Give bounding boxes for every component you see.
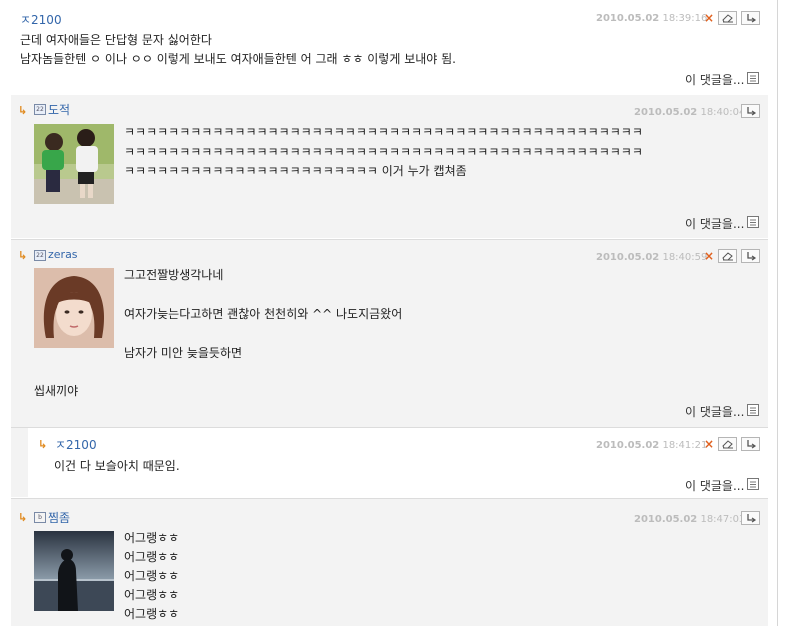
- comment-timestamp: 2010.05.02 18:40:04: [634, 107, 746, 118]
- comment-text: 여자가늦는다고하면 괜찮아 천천히와 ^^ 나도지금왔어: [124, 307, 403, 321]
- reply-arrow-icon: [747, 514, 757, 523]
- comment-text: 어그랭ㅎㅎ: [124, 607, 180, 621]
- delete-icon[interactable]: ×: [704, 11, 714, 25]
- comment-text: 남자가 미안 늦을듯하면: [124, 346, 243, 360]
- delete-icon[interactable]: ×: [704, 437, 714, 451]
- menu-list-icon[interactable]: [747, 216, 760, 228]
- comment-author[interactable]: ㅈ2100: [20, 11, 62, 28]
- page-frame-border: [777, 0, 778, 626]
- comment-text: ㅋㅋㅋㅋㅋㅋㅋㅋㅋㅋㅋㅋㅋㅋㅋㅋㅋㅋㅋㅋㅋㅋㅋ 이거 누가 캡쳐좀: [124, 164, 467, 178]
- reply-button[interactable]: [741, 249, 760, 263]
- level-badge-icon: 22: [34, 104, 46, 115]
- comment-author[interactable]: 도적: [48, 101, 70, 118]
- reply-button[interactable]: [741, 104, 760, 118]
- avatar: [34, 268, 114, 348]
- reply-arrow-icon: [747, 14, 757, 23]
- comment-timestamp: 2010.05.02 18:39:16: [596, 13, 708, 24]
- comment-text: 어그랭ㅎㅎ: [124, 569, 180, 583]
- eraser-icon: [722, 14, 733, 23]
- comment-text: 어그랭ㅎㅎ: [124, 588, 180, 602]
- edit-button[interactable]: [718, 11, 737, 25]
- level-badge-icon: b: [34, 512, 46, 523]
- reply-button[interactable]: [741, 11, 760, 25]
- edit-button[interactable]: [718, 437, 737, 451]
- comment-timestamp: 2010.05.02 18:40:59: [596, 252, 708, 263]
- comment-text: ㅋㅋㅋㅋㅋㅋㅋㅋㅋㅋㅋㅋㅋㅋㅋㅋㅋㅋㅋㅋㅋㅋㅋㅋㅋㅋㅋㅋㅋㅋㅋㅋㅋㅋㅋㅋㅋㅋㅋㅋ…: [124, 125, 643, 139]
- reply-arrow-icon: [747, 252, 757, 261]
- comment-text: 그고전짤방생각나네: [124, 268, 224, 282]
- reply-button[interactable]: [741, 437, 760, 451]
- reply-indent-icon: ↳: [18, 511, 28, 524]
- comment-author[interactable]: zeras: [48, 248, 78, 261]
- comment-timestamp: 2010.05.02 18:47:03: [634, 514, 746, 525]
- comment-author[interactable]: ㅈ2100: [55, 436, 97, 453]
- reply-arrow-icon: [747, 107, 757, 116]
- menu-list-icon[interactable]: [747, 404, 760, 416]
- comment-text: 씹새끼야: [34, 384, 79, 398]
- level-badge-icon: 22: [34, 250, 46, 261]
- reply-indent-icon: ↳: [18, 104, 28, 117]
- comment-text: 어그랭ㅎㅎ: [124, 550, 180, 564]
- avatar: [34, 531, 114, 611]
- menu-list-icon[interactable]: [747, 478, 760, 490]
- comment-text: 근데 여자애들은 단답형 문자 싫어한다: [20, 33, 212, 47]
- reply-arrow-icon: [747, 440, 757, 449]
- comment-text: 남자놈들한텐 ㅇ 이나 ㅇㅇ 이렇게 보내도 여자애들한텐 어 그래 ㅎㅎ 이렇…: [20, 52, 456, 66]
- more-menu-link[interactable]: 이 댓글을...: [685, 477, 744, 494]
- edit-button[interactable]: [718, 249, 737, 263]
- reply-button[interactable]: [741, 511, 760, 525]
- more-menu-link[interactable]: 이 댓글을...: [685, 403, 744, 420]
- reply-indent-icon: ↳: [38, 438, 48, 451]
- comment-author[interactable]: 찜좀: [48, 509, 70, 526]
- more-menu-link[interactable]: 이 댓글을...: [685, 71, 744, 88]
- menu-list-icon[interactable]: [747, 72, 760, 84]
- eraser-icon: [722, 252, 733, 261]
- comment-text: 어그랭ㅎㅎ: [124, 531, 180, 545]
- more-menu-link[interactable]: 이 댓글을...: [685, 215, 744, 232]
- eraser-icon: [722, 440, 733, 449]
- comment-text: 이건 다 보슬아치 때문임.: [54, 459, 180, 473]
- delete-icon[interactable]: ×: [704, 249, 714, 263]
- comment-text: ㅋㅋㅋㅋㅋㅋㅋㅋㅋㅋㅋㅋㅋㅋㅋㅋㅋㅋㅋㅋㅋㅋㅋㅋㅋㅋㅋㅋㅋㅋㅋㅋㅋㅋㅋㅋㅋㅋㅋㅋ…: [124, 145, 643, 159]
- avatar: [34, 124, 114, 204]
- reply-indent-icon: ↳: [18, 249, 28, 262]
- comment-timestamp: 2010.05.02 18:41:21: [596, 440, 708, 451]
